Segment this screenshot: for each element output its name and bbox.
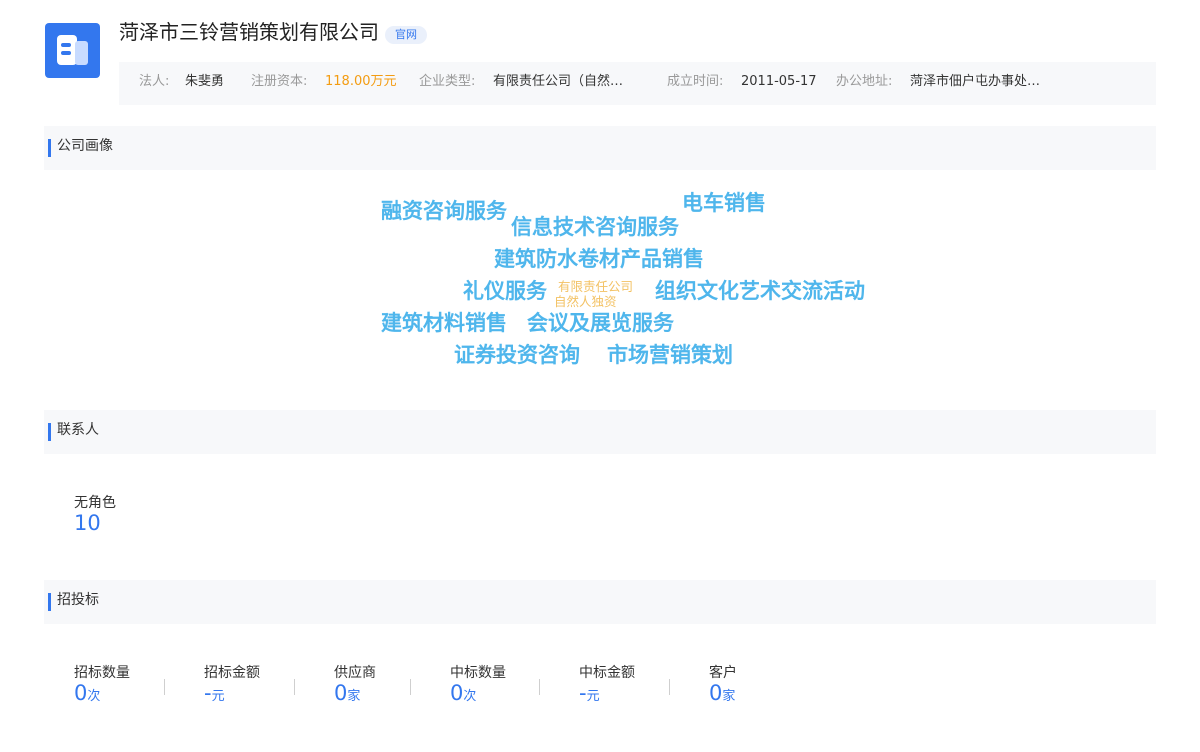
section-accent-bar (48, 139, 51, 157)
official-site-badge[interactable]: 官网 (385, 26, 427, 44)
cloud-word[interactable]: 证券投资咨询 (454, 345, 580, 366)
stat-divider (410, 679, 411, 695)
cloud-word[interactable]: 会议及展览服务 (527, 313, 674, 334)
office-address-value[interactable]: 菏泽市佃户屯办事处… (910, 62, 1040, 102)
section-bidding: 招投标 (44, 580, 1156, 624)
section-company-portrait: 公司画像 (44, 126, 1156, 170)
section-title: 公司画像 (57, 138, 113, 154)
cloud-word[interactable]: 市场营销策划 (607, 345, 733, 366)
section-title: 招投标 (57, 592, 99, 608)
cloud-word[interactable]: 电车销售 (682, 193, 766, 214)
customer-value[interactable]: 0家 (709, 683, 735, 704)
cloud-word[interactable]: 信息技术咨询服务 (511, 217, 679, 238)
win-amount-value[interactable]: -元 (579, 683, 600, 704)
cloud-word-small[interactable]: 自然人独资 (554, 295, 617, 309)
cloud-word[interactable]: 建筑防水卷材产品销售 (494, 249, 704, 270)
win-amount-label: 中标金额 (579, 665, 635, 681)
company-logo (45, 23, 100, 78)
company-name: 菏泽市三铃营销策划有限公司 (119, 20, 379, 44)
bid-count-value[interactable]: 0次 (74, 683, 100, 704)
building-icon (57, 35, 77, 65)
section-accent-bar (48, 593, 51, 611)
cloud-word[interactable]: 组织文化艺术交流活动 (655, 281, 865, 302)
contact-count-value[interactable]: 10 (74, 513, 101, 534)
cloud-word[interactable]: 建筑材料销售 (381, 313, 507, 334)
bid-amount-label: 招标金额 (204, 665, 260, 681)
legal-person-label: 法人: (139, 74, 170, 89)
cloud-word[interactable]: 礼仪服务 (463, 281, 547, 302)
company-type-value: 有限责任公司（自然… (493, 74, 624, 89)
building-icon-secondary (75, 41, 88, 65)
stat-divider (164, 679, 165, 695)
legal-person-value[interactable]: 朱斐勇 (185, 62, 224, 102)
registered-capital-label: 注册资本: (251, 74, 308, 89)
company-info-bar: 法人: 朱斐勇 注册资本: 118.00万元 企业类型: 有限责任公司（自然… … (119, 62, 1156, 105)
registered-capital-value: 118.00万元 (325, 74, 397, 89)
office-address-label: 办公地址: (836, 74, 893, 89)
section-accent-bar (48, 423, 51, 441)
win-count-value[interactable]: 0次 (450, 683, 476, 704)
cloud-word-small[interactable]: 有限责任公司 (558, 280, 633, 294)
cloud-word[interactable]: 融资咨询服务 (381, 201, 507, 222)
section-contacts: 联系人 (44, 410, 1156, 454)
founded-date-value: 2011-05-17 (741, 74, 817, 89)
bid-amount-value[interactable]: -元 (204, 683, 225, 704)
stat-divider (669, 679, 670, 695)
supplier-label: 供应商 (334, 665, 376, 681)
win-count-label: 中标数量 (450, 665, 506, 681)
company-type-label: 企业类型: (419, 74, 476, 89)
customer-label: 客户 (709, 665, 737, 681)
contact-role-label: 无角色 (74, 495, 116, 511)
section-title: 联系人 (57, 422, 99, 438)
stat-divider (294, 679, 295, 695)
bid-count-label: 招标数量 (74, 665, 130, 681)
stat-divider (539, 679, 540, 695)
supplier-value[interactable]: 0家 (334, 683, 360, 704)
founded-date-label: 成立时间: (667, 74, 724, 89)
